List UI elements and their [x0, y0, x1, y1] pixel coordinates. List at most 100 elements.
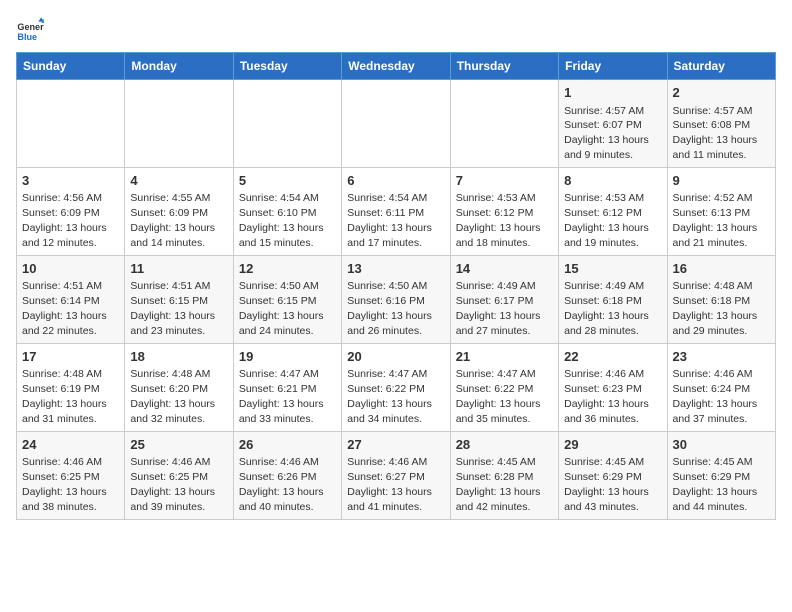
logo: General Blue: [16, 16, 48, 44]
day-info: Sunrise: 4:46 AMSunset: 6:23 PMDaylight:…: [564, 368, 649, 425]
day-info: Sunrise: 4:46 AMSunset: 6:26 PMDaylight:…: [239, 456, 324, 513]
week-row-4: 17 Sunrise: 4:48 AMSunset: 6:19 PMDayligh…: [17, 343, 776, 431]
calendar-cell: [342, 80, 450, 168]
day-number: 10: [22, 260, 119, 278]
day-number: 15: [564, 260, 661, 278]
calendar-cell: 6 Sunrise: 4:54 AMSunset: 6:11 PMDaylight…: [342, 167, 450, 255]
day-info: Sunrise: 4:46 AMSunset: 6:24 PMDaylight:…: [673, 368, 758, 425]
day-info: Sunrise: 4:51 AMSunset: 6:15 PMDaylight:…: [130, 280, 215, 337]
day-number: 17: [22, 348, 119, 366]
day-header-monday: Monday: [125, 53, 233, 80]
day-number: 26: [239, 436, 336, 454]
day-info: Sunrise: 4:47 AMSunset: 6:22 PMDaylight:…: [347, 368, 432, 425]
day-info: Sunrise: 4:49 AMSunset: 6:17 PMDaylight:…: [456, 280, 541, 337]
day-number: 13: [347, 260, 444, 278]
calendar-cell: 14 Sunrise: 4:49 AMSunset: 6:17 PMDayligh…: [450, 255, 558, 343]
day-info: Sunrise: 4:50 AMSunset: 6:15 PMDaylight:…: [239, 280, 324, 337]
day-number: 14: [456, 260, 553, 278]
day-number: 16: [673, 260, 770, 278]
calendar-cell: 23 Sunrise: 4:46 AMSunset: 6:24 PMDayligh…: [667, 343, 775, 431]
calendar-cell: 25 Sunrise: 4:46 AMSunset: 6:25 PMDayligh…: [125, 431, 233, 519]
day-header-friday: Friday: [559, 53, 667, 80]
days-header-row: SundayMondayTuesdayWednesdayThursdayFrid…: [17, 53, 776, 80]
day-number: 22: [564, 348, 661, 366]
day-number: 5: [239, 172, 336, 190]
calendar-cell: 4Sunrise: 4:55 AMSunset: 6:09 PMDaylight…: [125, 167, 233, 255]
day-number: 6: [347, 172, 444, 190]
calendar-cell: 7Sunrise: 4:53 AMSunset: 6:12 PMDaylight…: [450, 167, 558, 255]
calendar-cell: 19 Sunrise: 4:47 AMSunset: 6:21 PMDayligh…: [233, 343, 341, 431]
calendar-cell: 18 Sunrise: 4:48 AMSunset: 6:20 PMDayligh…: [125, 343, 233, 431]
week-row-1: 1 Sunrise: 4:57 AMSunset: 6:07 PMDaylight…: [17, 80, 776, 168]
day-info: Sunrise: 4:54 AMSunset: 6:10 PMDaylight:…: [239, 192, 324, 249]
calendar-cell: 15 Sunrise: 4:49 AMSunset: 6:18 PMDayligh…: [559, 255, 667, 343]
day-info: Sunrise: 4:45 AMSunset: 6:29 PMDaylight:…: [564, 456, 649, 513]
day-info: Sunrise: 4:52 AMSunset: 6:13 PMDaylight:…: [673, 192, 758, 249]
day-number: 24: [22, 436, 119, 454]
calendar-cell: 12 Sunrise: 4:50 AMSunset: 6:15 PMDayligh…: [233, 255, 341, 343]
header: General Blue: [16, 16, 776, 44]
day-number: 8: [564, 172, 661, 190]
day-number: 20: [347, 348, 444, 366]
calendar-cell: 20 Sunrise: 4:47 AMSunset: 6:22 PMDayligh…: [342, 343, 450, 431]
calendar-cell: 30 Sunrise: 4:45 AMSunset: 6:29 PMDayligh…: [667, 431, 775, 519]
day-number: 11: [130, 260, 227, 278]
calendar-cell: 8 Sunrise: 4:53 AMSunset: 6:12 PMDaylight…: [559, 167, 667, 255]
calendar-cell: 11 Sunrise: 4:51 AMSunset: 6:15 PMDayligh…: [125, 255, 233, 343]
day-number: 21: [456, 348, 553, 366]
day-info: Sunrise: 4:54 AMSunset: 6:11 PMDaylight:…: [347, 192, 432, 249]
day-info: Sunrise: 4:55 AMSunset: 6:09 PMDaylight:…: [130, 192, 215, 249]
day-info: Sunrise: 4:57 AMSunset: 6:08 PMDaylight:…: [673, 105, 758, 162]
calendar-cell: 28 Sunrise: 4:45 AMSunset: 6:28 PMDayligh…: [450, 431, 558, 519]
day-info: Sunrise: 4:46 AMSunset: 6:27 PMDaylight:…: [347, 456, 432, 513]
day-number: 1: [564, 84, 661, 102]
calendar-cell: 1 Sunrise: 4:57 AMSunset: 6:07 PMDaylight…: [559, 80, 667, 168]
svg-text:Blue: Blue: [17, 32, 37, 42]
day-number: 3: [22, 172, 119, 190]
day-info: Sunrise: 4:50 AMSunset: 6:16 PMDaylight:…: [347, 280, 432, 337]
day-info: Sunrise: 4:47 AMSunset: 6:21 PMDaylight:…: [239, 368, 324, 425]
day-number: 19: [239, 348, 336, 366]
day-number: 27: [347, 436, 444, 454]
day-info: Sunrise: 4:46 AMSunset: 6:25 PMDaylight:…: [130, 456, 215, 513]
day-info: Sunrise: 4:53 AMSunset: 6:12 PMDaylight:…: [456, 192, 541, 249]
day-number: 2: [673, 84, 770, 102]
day-number: 18: [130, 348, 227, 366]
day-info: Sunrise: 4:51 AMSunset: 6:14 PMDaylight:…: [22, 280, 107, 337]
day-info: Sunrise: 4:48 AMSunset: 6:18 PMDaylight:…: [673, 280, 758, 337]
calendar-cell: 22 Sunrise: 4:46 AMSunset: 6:23 PMDayligh…: [559, 343, 667, 431]
day-info: Sunrise: 4:57 AMSunset: 6:07 PMDaylight:…: [564, 105, 649, 162]
calendar-cell: 5 Sunrise: 4:54 AMSunset: 6:10 PMDaylight…: [233, 167, 341, 255]
calendar-cell: 9 Sunrise: 4:52 AMSunset: 6:13 PMDaylight…: [667, 167, 775, 255]
day-number: 30: [673, 436, 770, 454]
calendar-cell: [450, 80, 558, 168]
calendar-cell: 10 Sunrise: 4:51 AMSunset: 6:14 PMDayligh…: [17, 255, 125, 343]
calendar-cell: 29Sunrise: 4:45 AMSunset: 6:29 PMDayligh…: [559, 431, 667, 519]
calendar-table: SundayMondayTuesdayWednesdayThursdayFrid…: [16, 52, 776, 520]
day-header-sunday: Sunday: [17, 53, 125, 80]
calendar-cell: 3Sunrise: 4:56 AMSunset: 6:09 PMDaylight…: [17, 167, 125, 255]
day-info: Sunrise: 4:45 AMSunset: 6:28 PMDaylight:…: [456, 456, 541, 513]
day-number: 23: [673, 348, 770, 366]
day-number: 25: [130, 436, 227, 454]
day-info: Sunrise: 4:47 AMSunset: 6:22 PMDaylight:…: [456, 368, 541, 425]
calendar-cell: 21 Sunrise: 4:47 AMSunset: 6:22 PMDayligh…: [450, 343, 558, 431]
calendar-cell: [17, 80, 125, 168]
calendar-cell: 26 Sunrise: 4:46 AMSunset: 6:26 PMDayligh…: [233, 431, 341, 519]
calendar-cell: [125, 80, 233, 168]
calendar-cell: 13 Sunrise: 4:50 AMSunset: 6:16 PMDayligh…: [342, 255, 450, 343]
day-number: 28: [456, 436, 553, 454]
day-number: 12: [239, 260, 336, 278]
day-info: Sunrise: 4:48 AMSunset: 6:19 PMDaylight:…: [22, 368, 107, 425]
svg-text:General: General: [17, 22, 44, 32]
day-info: Sunrise: 4:53 AMSunset: 6:12 PMDaylight:…: [564, 192, 649, 249]
day-info: Sunrise: 4:45 AMSunset: 6:29 PMDaylight:…: [673, 456, 758, 513]
day-info: Sunrise: 4:49 AMSunset: 6:18 PMDaylight:…: [564, 280, 649, 337]
calendar-cell: 2 Sunrise: 4:57 AMSunset: 6:08 PMDaylight…: [667, 80, 775, 168]
day-info: Sunrise: 4:46 AMSunset: 6:25 PMDaylight:…: [22, 456, 107, 513]
day-info: Sunrise: 4:48 AMSunset: 6:20 PMDaylight:…: [130, 368, 215, 425]
week-row-3: 10 Sunrise: 4:51 AMSunset: 6:14 PMDayligh…: [17, 255, 776, 343]
week-row-2: 3Sunrise: 4:56 AMSunset: 6:09 PMDaylight…: [17, 167, 776, 255]
logo-icon: General Blue: [16, 16, 44, 44]
day-number: 9: [673, 172, 770, 190]
